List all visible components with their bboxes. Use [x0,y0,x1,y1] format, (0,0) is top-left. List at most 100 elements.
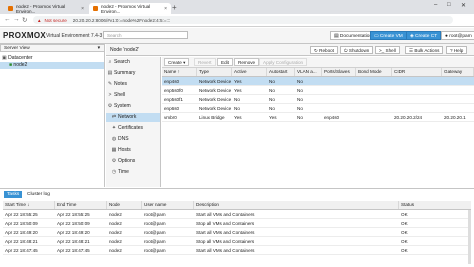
hosts-icon: ▦ [111,147,117,153]
task-log-scrollbar[interactable] [468,210,471,264]
column-header[interactable]: Bond Mode [356,68,392,76]
help-label: Help [453,48,464,53]
sidenav-item-summary[interactable]: ▤ Summary [106,69,160,78]
task-log-panel: Tasks Cluster log Start Time ↓ End Time … [0,188,474,267]
cell-name: enp5s0f0 [164,88,183,93]
column-header[interactable]: Type [197,68,232,76]
notes-icon: ✎ [107,81,113,87]
cell-vlan: No [297,79,303,84]
tree-item-node2[interactable]: ■ node2 [0,62,104,69]
back-icon[interactable]: ← [4,16,11,23]
task-row[interactable]: Apr 22 18:47:45 Apr 22 18:47:45 node2 ro… [3,246,471,255]
tab-cluster-log[interactable]: Cluster log [24,191,53,198]
cell-type: Network Device [199,88,232,93]
shell-button[interactable]: >_ Shell [375,46,400,54]
column-header[interactable]: Node [107,201,142,209]
sidenav-item-network[interactable]: ⇄ Network [106,113,160,122]
cell-active: No [234,97,240,102]
network-row[interactable]: vmbr0 Linux Bridge Yes Yes No enp4s0 20.… [162,113,474,122]
maximize-icon[interactable]: □ [447,2,451,8]
cell-gateway: 20.20.20.1 [444,115,466,120]
sidenav-label: System [114,103,131,109]
close-icon[interactable]: × [164,6,167,12]
sidenav-item-dns[interactable]: ◍ DNS [106,135,160,144]
column-header[interactable]: User name [142,201,194,209]
cell-description: Stop all VMs and Containers [196,221,255,226]
create-button[interactable]: Create ▾ [164,58,190,66]
column-header[interactable]: Description [194,201,399,209]
network-row[interactable]: enp5s0f0 Network Device Yes No No [162,86,474,95]
network-row[interactable]: enp5s0f1 Network Device No No No [162,95,474,104]
remove-button[interactable]: Remove [234,58,260,66]
sidenav-item-notes[interactable]: ✎ Notes [106,80,160,89]
column-header[interactable]: Start Time ↓ [3,201,55,209]
column-header[interactable]: Ports/Slaves [322,68,356,76]
search-input[interactable]: Search [103,31,188,39]
sidenav-item-shell[interactable]: > Shell [106,91,160,100]
cell-cidr [392,95,442,104]
cell-end-time: Apr 22 18:48:21 [57,239,90,244]
browser-tab-active[interactable]: node2 - Proxmox Virtual Environ... × [89,3,171,14]
cell-vlan: No [297,106,303,111]
screen: node2 - Proxmox Virtual Environ... × nod… [0,0,474,267]
sidenav-item-search[interactable]: ⌕ Search [106,58,160,67]
column-header[interactable]: CIDR [392,68,442,76]
cell-node: node2 [109,221,122,226]
edit-button[interactable]: Edit [217,58,233,66]
chevron-down-icon: ▾ [181,60,186,65]
network-row[interactable]: enp6s0 Network Device No No No [162,104,474,113]
tree-item-label: Datacenter [8,55,33,61]
column-header[interactable]: Name ↑ [162,68,197,76]
sidenav-item-hosts[interactable]: ▦ Hosts [106,146,160,155]
server-view-select[interactable]: Server View ▾ [0,44,105,52]
url-field[interactable]: ▲ Not secure 20.20.20.2:8006/#v1:0:=node… [33,16,453,24]
cell-vlan: No [297,97,303,102]
close-window-icon[interactable]: ✕ [461,2,466,9]
column-header[interactable]: Status [399,201,471,209]
revert-button[interactable]: Revert [194,58,216,66]
sidenav-item-options[interactable]: ⚙ Options [106,157,160,166]
user-menu-button[interactable]: ● root@pam [441,31,474,40]
tree-item-datacenter[interactable]: ▣ Datacenter [2,55,104,62]
task-row[interactable]: Apr 22 18:50:09 Apr 22 18:50:09 node2 ro… [3,219,471,228]
proxmox-favicon-icon [8,6,13,11]
column-header[interactable]: VLAN a... [295,68,322,76]
column-header[interactable]: Gateway [442,68,474,76]
browser-tab[interactable]: node2 - Proxmox Virtual Environ... × [4,3,88,14]
cell-node: node2 [109,239,122,244]
reboot-button[interactable]: ↻ Reboot [310,46,338,54]
create-vm-label: Create VM [379,34,403,39]
help-button[interactable]: ? Help [446,46,468,54]
cell-ports [322,86,356,95]
new-tab-button[interactable]: + [172,3,177,12]
task-row[interactable]: Apr 22 18:48:21 Apr 22 18:48:21 node2 ro… [3,237,471,246]
documentation-label: Documentation [339,34,373,39]
cell-status: OK [401,230,408,235]
apply-configuration-button[interactable]: Apply Configuration [259,58,308,66]
forward-icon[interactable]: → [13,16,20,23]
cell-active: Yes [234,79,242,84]
sidenav-item-certificates[interactable]: ✦ Certificates [106,124,160,133]
create-ct-button[interactable]: ◈ Create CT [406,31,442,40]
shutdown-button[interactable]: ⏻ Shutdown [340,46,374,54]
cell-ports [322,104,356,113]
column-header[interactable]: End Time [55,201,107,209]
task-row[interactable]: Apr 22 18:49:20 Apr 22 18:49:20 node2 ro… [3,228,471,237]
resource-tree: ▣ Datacenter ■ node2 [0,52,105,187]
cell-name: enp4s0 [164,79,180,84]
cell-name: vmbr0 [164,115,177,120]
reload-icon[interactable]: ↻ [22,16,27,24]
sidenav-item-system[interactable]: ⚙ System [106,102,160,111]
network-row[interactable]: enp4s0 Network Device Yes No No [162,77,474,86]
minimize-icon[interactable]: – [434,2,437,8]
column-header[interactable]: Active [232,68,267,76]
column-header[interactable]: Autostart [267,68,295,76]
cell-bond [356,95,392,104]
create-vm-button[interactable]: ▭ Create VM [370,31,407,40]
sidenav-item-time[interactable]: ◷ Time [106,168,160,177]
cell-start-time: Apr 22 18:47:45 [5,248,38,253]
close-icon[interactable]: × [81,6,84,12]
task-row[interactable]: Apr 22 18:55:25 Apr 22 18:55:25 node2 ro… [3,210,471,219]
bulk-actions-button[interactable]: ☰ Bulk Actions [405,46,444,54]
tab-tasks[interactable]: Tasks [4,191,23,198]
